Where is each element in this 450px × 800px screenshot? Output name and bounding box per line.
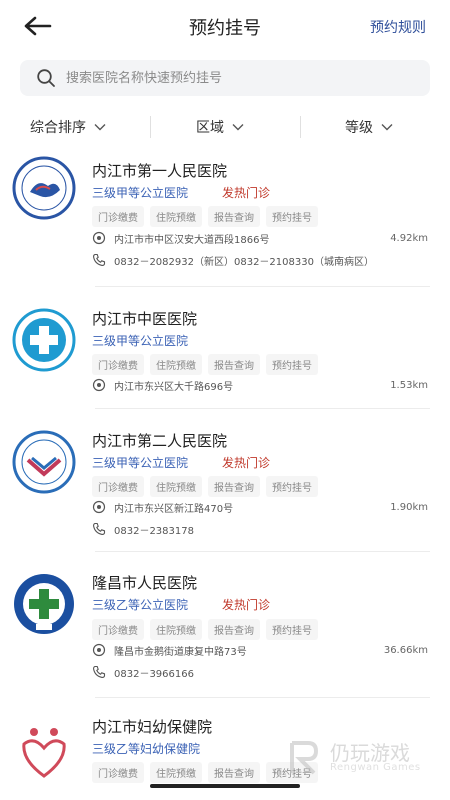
tag-appointment[interactable]: 预约挂号 xyxy=(266,619,318,640)
tag-report-query[interactable]: 报告查询 xyxy=(208,619,260,640)
tag-inpatient-deposit[interactable]: 住院预缴 xyxy=(150,619,202,640)
app-header: 预约挂号 预约规则 xyxy=(0,0,450,52)
service-tags: 门诊缴费 住院预缴 报告查询 预约挂号 xyxy=(92,206,318,227)
hospital-card[interactable]: 内江市第一人民医院 三级甲等公立医院 发热门诊 门诊缴费 住院预缴 报告查询 预… xyxy=(0,150,450,290)
location-pin-icon xyxy=(92,500,106,514)
hospital-card[interactable]: 内江市中医医院 三级甲等公立医院 门诊缴费 住院预缴 报告查询 预约挂号 内江市… xyxy=(0,300,450,415)
tag-report-query[interactable]: 报告查询 xyxy=(208,476,260,497)
address-row: 隆昌市金鹅街道康复中路73号 36.66km xyxy=(92,642,428,658)
tag-report-query[interactable]: 报告查询 xyxy=(208,206,260,227)
tag-report-query[interactable]: 报告查询 xyxy=(208,762,260,783)
tag-appointment[interactable]: 预约挂号 xyxy=(266,206,318,227)
hospital-logo xyxy=(22,728,66,778)
hospital-address: 内江市东兴区新江路470号 xyxy=(114,503,234,515)
phone-icon xyxy=(93,665,106,678)
hospital-distance: 36.66km xyxy=(383,644,428,656)
location-pin-icon xyxy=(92,231,106,245)
hospital-name: 内江市第二人民医院 xyxy=(92,432,228,450)
phone-icon xyxy=(93,522,106,535)
hospital-name: 内江市妇幼保健院 xyxy=(92,718,213,736)
address-row: 内江市东兴区新江路470号 1.90km xyxy=(92,499,428,515)
address-row: 内江市市中区汉安大道西段1866号 4.92km xyxy=(92,230,428,246)
fever-clinic-badge: 发热门诊 xyxy=(222,456,271,470)
address-row: 内江市东兴区大千路696号 1.53km xyxy=(92,377,428,393)
filter-level-label: 等级 xyxy=(345,120,373,136)
filter-divider xyxy=(150,116,151,138)
hospital-name: 内江市中医医院 xyxy=(92,310,198,328)
fever-clinic-badge: 发热门诊 xyxy=(222,186,271,200)
service-tags: 门诊缴费 住院预缴 报告查询 预约挂号 xyxy=(92,762,318,783)
hospital-address: 内江市市中区汉安大道西段1866号 xyxy=(114,234,270,246)
hospital-logo xyxy=(12,308,76,372)
chevron-down-icon xyxy=(94,124,106,131)
hospital-phone: 0832－3966166 xyxy=(114,668,194,680)
booking-rules-link[interactable]: 预约规则 xyxy=(370,17,426,37)
tag-inpatient-deposit[interactable]: 住院预缴 xyxy=(150,476,202,497)
watermark-logo-icon xyxy=(290,741,319,775)
tag-report-query[interactable]: 报告查询 xyxy=(208,354,260,375)
hospital-distance: 1.90km xyxy=(390,501,428,513)
hospital-address: 内江市东兴区大千路696号 xyxy=(114,381,234,393)
hospital-phone: 0832－2383178 xyxy=(114,525,194,537)
card-divider xyxy=(95,286,430,287)
hospital-grade: 三级乙等妇幼保健院 xyxy=(92,742,201,756)
hospital-phone: 0832－2082932（新区）0832－2108330（城南病区） xyxy=(114,256,374,268)
card-divider xyxy=(95,551,430,552)
service-tags: 门诊缴费 住院预缴 报告查询 预约挂号 xyxy=(92,619,318,640)
filter-sort[interactable]: 综合排序 xyxy=(30,112,106,142)
location-pin-icon xyxy=(92,643,106,657)
tag-outpatient-payment[interactable]: 门诊缴费 xyxy=(92,762,144,783)
hospital-distance: 1.53km xyxy=(390,379,428,391)
hospital-name: 隆昌市人民医院 xyxy=(92,574,198,592)
hospital-grade: 三级甲等公立医院 xyxy=(92,456,189,470)
hospital-address: 隆昌市金鹅街道康复中路73号 xyxy=(114,646,247,658)
phone-row[interactable]: 0832－3966166 xyxy=(92,664,428,680)
card-divider xyxy=(95,408,430,409)
fever-clinic-badge: 发热门诊 xyxy=(222,598,271,612)
filter-bar: 综合排序 区域 等级 xyxy=(0,112,450,142)
hospital-name: 内江市第一人民医院 xyxy=(92,162,228,180)
hospital-logo xyxy=(12,430,76,494)
hospital-card[interactable]: 内江市第二人民医院 三级甲等公立医院 发热门诊 门诊缴费 住院预缴 报告查询 预… xyxy=(0,422,450,557)
tag-inpatient-deposit[interactable]: 住院预缴 xyxy=(150,354,202,375)
card-divider xyxy=(95,697,430,698)
chevron-down-icon xyxy=(381,124,393,131)
watermark-subtext: Rengwan Games xyxy=(330,762,421,773)
hospital-card[interactable]: 隆昌市人民医院 三级乙等公立医院 发热门诊 门诊缴费 住院预缴 报告查询 预约挂… xyxy=(0,562,450,702)
tag-inpatient-deposit[interactable]: 住院预缴 xyxy=(150,206,202,227)
hospital-logo xyxy=(12,156,76,220)
hospital-grade: 三级甲等公立医院 xyxy=(92,186,189,200)
filter-region-label: 区域 xyxy=(196,120,224,136)
search-bar[interactable] xyxy=(20,60,430,96)
tag-appointment[interactable]: 预约挂号 xyxy=(266,354,318,375)
hospital-distance: 4.92km xyxy=(390,232,428,244)
tag-outpatient-payment[interactable]: 门诊缴费 xyxy=(92,476,144,497)
filter-sort-label: 综合排序 xyxy=(30,120,86,136)
filter-divider xyxy=(300,116,301,138)
service-tags: 门诊缴费 住院预缴 报告查询 预约挂号 xyxy=(92,354,318,375)
phone-icon xyxy=(93,253,106,266)
chevron-down-icon xyxy=(232,124,244,131)
hospital-logo xyxy=(14,574,74,634)
hospital-grade: 三级乙等公立医院 xyxy=(92,598,189,612)
tag-outpatient-payment[interactable]: 门诊缴费 xyxy=(92,206,144,227)
tag-inpatient-deposit[interactable]: 住院预缴 xyxy=(150,762,202,783)
filter-region[interactable]: 区域 xyxy=(196,112,244,142)
search-input[interactable] xyxy=(66,60,416,96)
tag-outpatient-payment[interactable]: 门诊缴费 xyxy=(92,354,144,375)
tag-appointment[interactable]: 预约挂号 xyxy=(266,476,318,497)
home-indicator[interactable] xyxy=(150,784,300,788)
watermark: 仍玩游戏 Rengwan Games xyxy=(286,735,436,781)
search-icon xyxy=(37,69,55,87)
hospital-grade: 三级甲等公立医院 xyxy=(92,334,189,348)
phone-row[interactable]: 0832－2383178 xyxy=(92,521,428,537)
phone-row[interactable]: 0832－2082932（新区）0832－2108330（城南病区） xyxy=(92,252,428,268)
location-pin-icon xyxy=(92,378,106,392)
service-tags: 门诊缴费 住院预缴 报告查询 预约挂号 xyxy=(92,476,318,497)
filter-level[interactable]: 等级 xyxy=(345,112,393,142)
tag-outpatient-payment[interactable]: 门诊缴费 xyxy=(92,619,144,640)
